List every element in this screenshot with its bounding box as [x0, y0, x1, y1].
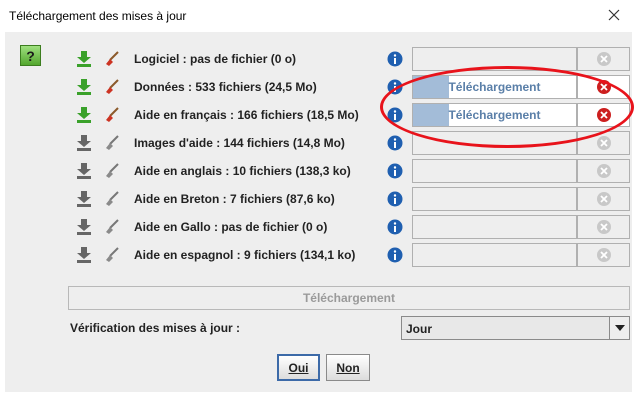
download-progress	[412, 47, 577, 71]
download-arrow-icon[interactable]	[77, 51, 91, 67]
progress-status	[413, 132, 576, 154]
cancel-circle-icon	[596, 52, 611, 66]
cancel-circle-icon	[596, 248, 611, 262]
cancel-download-button[interactable]	[577, 159, 630, 183]
close-icon	[608, 9, 620, 21]
progress-status	[413, 244, 576, 266]
update-frequency-value: Jour	[406, 322, 433, 336]
download-button-label: Téléchargement	[302, 291, 396, 305]
row-label: Aide en français : 166 fichiers (18,5 Mo…	[134, 108, 359, 122]
download-arrow-icon[interactable]	[77, 135, 91, 151]
row-label: Aide en espagnol : 9 fichiers (134,1 ko)	[134, 248, 356, 262]
cancel-circle-icon	[596, 80, 611, 94]
info-icon[interactable]	[387, 135, 403, 151]
progress-status	[413, 48, 576, 70]
download-arrow-icon[interactable]	[77, 163, 91, 179]
progress-status: Téléchargement	[448, 80, 541, 94]
row-label: Données : 533 fichiers (24,5 Mo)	[134, 80, 317, 94]
download-arrow-icon[interactable]	[77, 107, 91, 123]
info-icon[interactable]	[387, 51, 403, 67]
close-button[interactable]	[603, 4, 625, 26]
broom-icon[interactable]	[104, 79, 120, 95]
broom-icon[interactable]	[104, 107, 120, 123]
cancel-circle-icon	[596, 192, 611, 206]
update-row: Aide en Gallo : pas de fichier (0 o)	[0, 213, 637, 241]
info-icon[interactable]	[387, 163, 403, 179]
download-arrow-icon[interactable]	[77, 191, 91, 207]
broom-icon[interactable]	[104, 163, 120, 179]
progress-status	[413, 216, 576, 238]
cancel-download-button[interactable]	[577, 215, 630, 239]
title-bar: Téléchargement des mises à jour	[0, 0, 637, 32]
update-check-label: Vérification des mises à jour :	[70, 321, 241, 335]
update-row: Aide en français : 166 fichiers (18,5 Mo…	[0, 101, 637, 129]
info-icon[interactable]	[387, 247, 403, 263]
broom-icon[interactable]	[104, 51, 120, 67]
yes-button-label: Oui	[288, 360, 309, 375]
progress-status	[413, 160, 576, 182]
update-row: Images d'aide : 144 fichiers (14,8 Mo)	[0, 129, 637, 157]
broom-icon[interactable]	[104, 219, 120, 235]
update-row: Aide en espagnol : 9 fichiers (134,1 ko)	[0, 241, 637, 269]
cancel-circle-icon	[596, 108, 611, 122]
download-progress: Téléchargement	[412, 75, 577, 99]
info-icon[interactable]	[387, 219, 403, 235]
no-button-label: Non	[336, 360, 360, 375]
update-row: Aide en Breton : 7 fichiers (87,6 ko)	[0, 185, 637, 213]
dropdown-arrow[interactable]	[609, 317, 629, 339]
chevron-down-icon	[614, 325, 625, 331]
update-frequency-select[interactable]: Jour	[401, 316, 630, 340]
info-icon[interactable]	[387, 191, 403, 207]
download-progress: Téléchargement	[412, 103, 577, 127]
download-progress	[412, 187, 577, 211]
download-progress	[412, 159, 577, 183]
yes-button[interactable]: Oui	[277, 354, 320, 381]
update-row: Données : 533 fichiers (24,5 Mo) Télécha…	[0, 73, 637, 101]
cancel-download-button[interactable]	[577, 75, 630, 99]
window-title: Téléchargement des mises à jour	[9, 9, 187, 23]
cancel-download-button[interactable]	[577, 187, 630, 211]
cancel-download-button[interactable]	[577, 47, 630, 71]
download-arrow-icon[interactable]	[77, 247, 91, 263]
broom-icon[interactable]	[104, 247, 120, 263]
download-arrow-icon[interactable]	[77, 79, 91, 95]
info-icon[interactable]	[387, 107, 403, 123]
download-progress	[412, 243, 577, 267]
cancel-download-button[interactable]	[577, 131, 630, 155]
row-label: Logiciel : pas de fichier (0 o)	[134, 52, 297, 66]
progress-status: Téléchargement	[448, 108, 541, 122]
broom-icon[interactable]	[104, 191, 120, 207]
download-button[interactable]: Téléchargement	[68, 286, 630, 310]
update-row: Aide en anglais : 10 fichiers (138,3 ko)	[0, 157, 637, 185]
row-label: Images d'aide : 144 fichiers (14,8 Mo)	[134, 136, 345, 150]
progress-status	[413, 188, 576, 210]
cancel-download-button[interactable]	[577, 243, 630, 267]
info-icon[interactable]	[387, 79, 403, 95]
cancel-download-button[interactable]	[577, 103, 630, 127]
cancel-circle-icon	[596, 164, 611, 178]
row-label: Aide en anglais : 10 fichiers (138,3 ko)	[134, 164, 351, 178]
row-label: Aide en Gallo : pas de fichier (0 o)	[134, 220, 328, 234]
cancel-circle-icon	[596, 220, 611, 234]
download-progress	[412, 131, 577, 155]
row-label: Aide en Breton : 7 fichiers (87,6 ko)	[134, 192, 335, 206]
cancel-circle-icon	[596, 136, 611, 150]
download-arrow-icon[interactable]	[77, 219, 91, 235]
no-button[interactable]: Non	[326, 354, 370, 381]
update-row: Logiciel : pas de fichier (0 o)	[0, 45, 637, 73]
broom-icon[interactable]	[104, 135, 120, 151]
download-progress	[412, 215, 577, 239]
